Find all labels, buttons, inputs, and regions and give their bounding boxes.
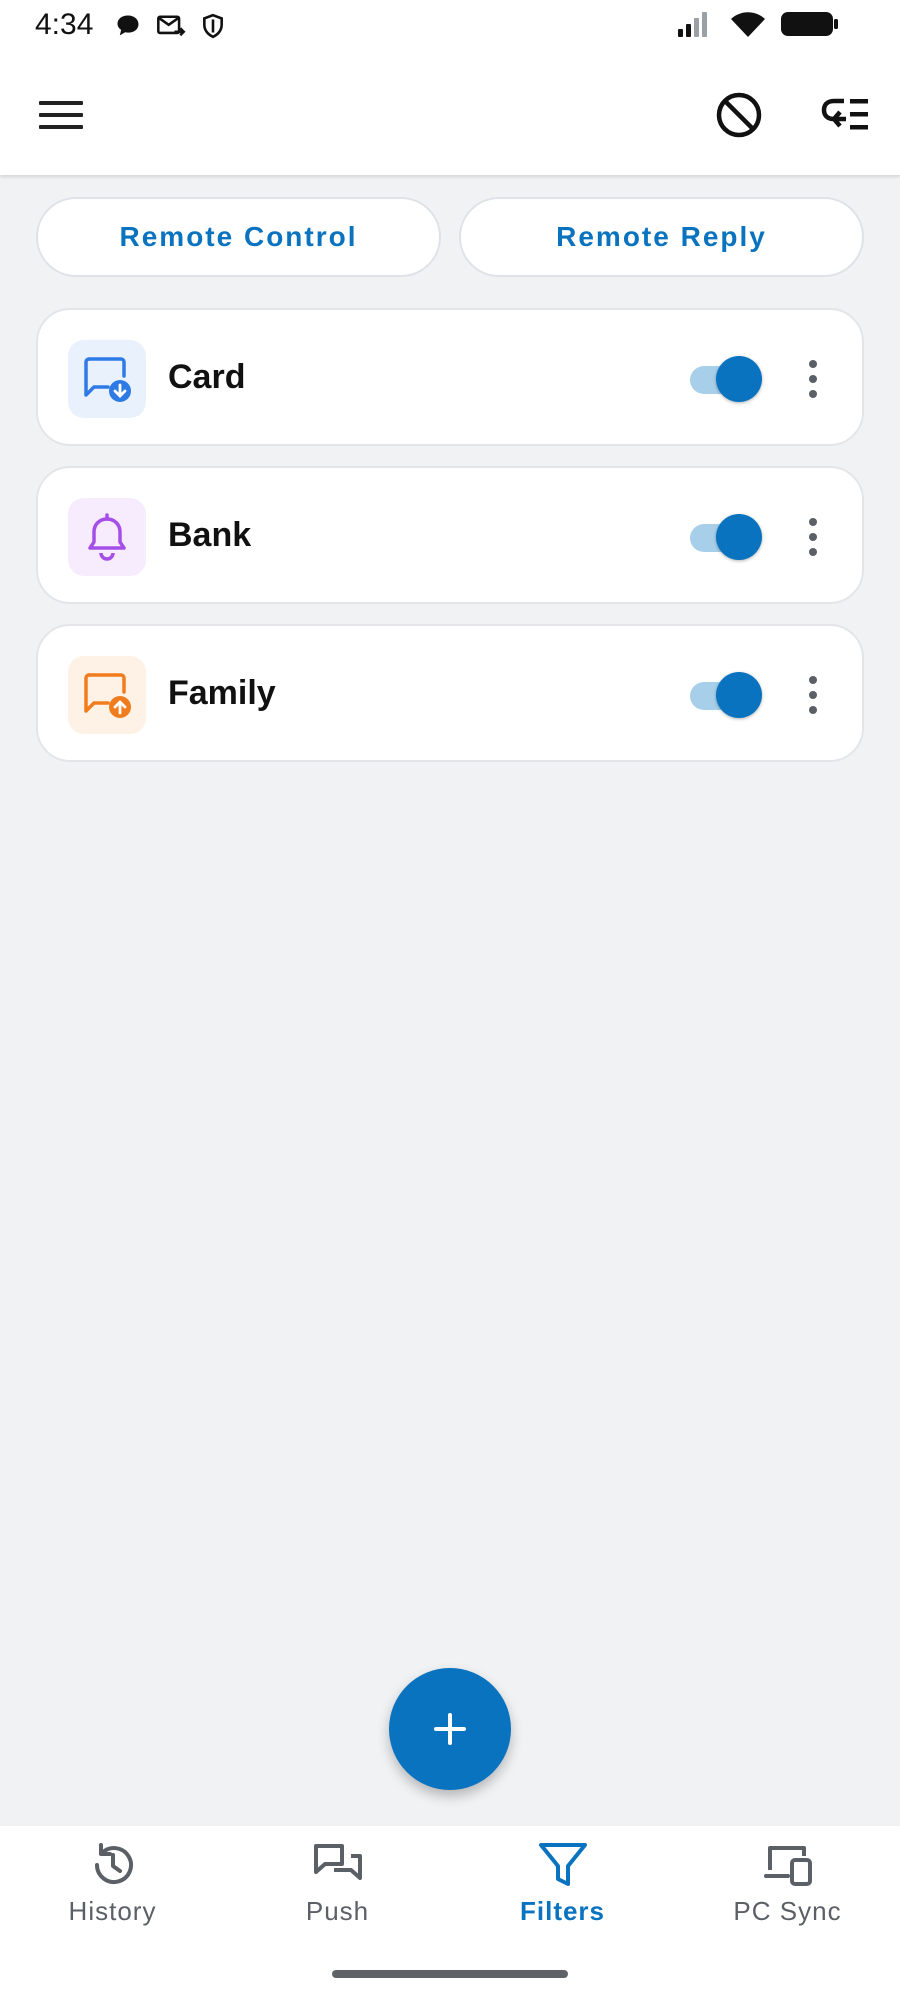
- filter-icon-box: [68, 498, 146, 576]
- remote-reply-button[interactable]: Remote Reply: [459, 197, 864, 277]
- nav-label: History: [68, 1896, 157, 1926]
- menu-button[interactable]: [28, 82, 94, 148]
- reply-list-button[interactable]: [812, 82, 878, 148]
- nav-item-pc-sync[interactable]: PC Sync: [675, 1840, 900, 1950]
- filter-enabled-toggle[interactable]: [690, 672, 762, 718]
- more-vert-icon: [809, 676, 817, 684]
- shield-icon: [203, 13, 223, 39]
- status-bar: 4:34: [0, 0, 900, 50]
- nav-label: Push: [305, 1896, 370, 1926]
- app-bar: [0, 50, 900, 175]
- filter-icon: [538, 1843, 587, 1886]
- status-time: 4:34: [35, 8, 94, 41]
- chat-bubbles-icon: [313, 1844, 362, 1880]
- more-options-button[interactable]: [798, 512, 828, 562]
- nav-label: PC Sync: [733, 1896, 842, 1926]
- devices-icon: [763, 1846, 812, 1886]
- nav-item-push[interactable]: Push: [225, 1840, 450, 1950]
- filter-name: Card: [168, 358, 246, 396]
- home-indicator: [332, 1970, 568, 1978]
- cell-signal-icon: [678, 12, 707, 37]
- filter-card[interactable]: Bank: [36, 466, 864, 604]
- nav-item-history[interactable]: History: [0, 1840, 225, 1950]
- bell-icon: [88, 513, 126, 561]
- filter-enabled-toggle[interactable]: [690, 514, 762, 560]
- add-filter-button[interactable]: [389, 1668, 511, 1790]
- filter-icon-box: [68, 340, 146, 418]
- toggle-knob: [716, 356, 762, 402]
- filter-name: Family: [168, 674, 276, 712]
- more-vert-icon: [809, 518, 817, 526]
- status-system-icons: [676, 10, 840, 38]
- mail-forward-icon: [157, 15, 186, 37]
- toggle-knob: [716, 514, 762, 560]
- status-notification-icons: [114, 12, 226, 40]
- wifi-icon: [731, 12, 765, 37]
- chat-bubble-icon: [117, 15, 139, 36]
- remote-actions: Remote Control Remote Reply: [36, 197, 864, 277]
- toggle-knob: [716, 672, 762, 718]
- more-vert-icon: [809, 360, 817, 368]
- more-options-button[interactable]: [798, 354, 828, 404]
- menu-icon: [39, 101, 83, 129]
- battery-icon: [781, 12, 838, 36]
- more-options-button[interactable]: [798, 670, 828, 720]
- plus-icon: [434, 1713, 466, 1745]
- message-upload-icon: [84, 673, 131, 718]
- filter-icon-box: [68, 656, 146, 734]
- remote-control-button[interactable]: Remote Control: [36, 197, 441, 277]
- filter-name: Bank: [168, 516, 252, 554]
- nav-label: Filters: [519, 1896, 606, 1926]
- filter-card[interactable]: Card: [36, 308, 864, 446]
- history-icon: [94, 1843, 133, 1885]
- filter-card[interactable]: Family: [36, 624, 864, 762]
- block-button[interactable]: [706, 82, 772, 148]
- nav-item-filters[interactable]: Filters: [450, 1840, 675, 1950]
- reply-list-icon: [821, 98, 868, 130]
- block-icon: [716, 92, 762, 138]
- filter-enabled-toggle[interactable]: [690, 356, 762, 402]
- message-download-icon: [84, 357, 131, 402]
